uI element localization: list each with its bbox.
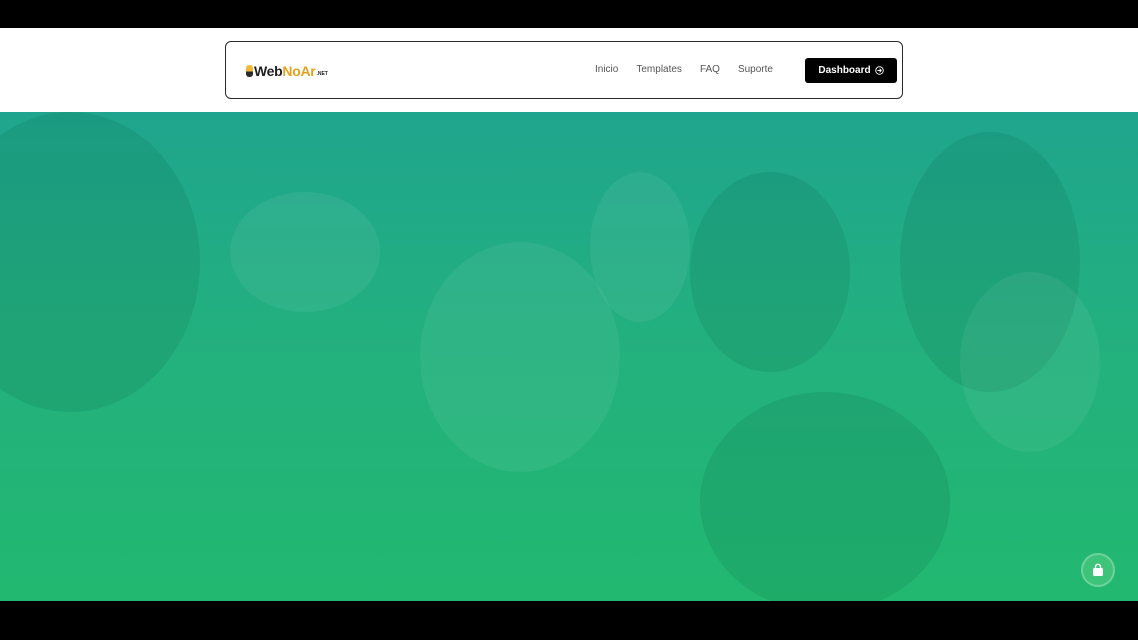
arrow-right-circle-icon bbox=[874, 66, 884, 75]
nav-link-inicio[interactable]: Inicio bbox=[595, 64, 618, 75]
nav-link-templates[interactable]: Templates bbox=[636, 64, 682, 75]
hero-photo-shade bbox=[0, 112, 200, 412]
hero-photo-shade bbox=[700, 392, 950, 601]
hero-photo-shade bbox=[690, 172, 850, 372]
nav-link-faq[interactable]: FAQ bbox=[700, 64, 720, 75]
web-page: Web NoAr .NET Inicio Templates FAQ Supor… bbox=[0, 28, 1138, 601]
header: Web NoAr .NET Inicio Templates FAQ Supor… bbox=[0, 28, 1138, 112]
hero-photo-highlight bbox=[960, 272, 1100, 452]
logo[interactable]: Web NoAr .NET bbox=[246, 62, 328, 80]
hero-photo-highlight bbox=[420, 242, 620, 472]
logo-text-noar: NoAr bbox=[282, 63, 316, 79]
navbar: Web NoAr .NET Inicio Templates FAQ Supor… bbox=[225, 41, 903, 99]
hero-photo-highlight bbox=[230, 192, 380, 312]
dashboard-button-label: Dashboard bbox=[818, 65, 871, 76]
logo-mark-icon bbox=[246, 65, 253, 77]
shopping-bag-icon bbox=[1093, 563, 1103, 576]
logo-text-web: Web bbox=[254, 63, 283, 79]
hero-photo-highlight bbox=[590, 172, 690, 322]
nav-link-suporte[interactable]: Suporte bbox=[738, 64, 773, 75]
nav-links: Inicio Templates FAQ Suporte bbox=[595, 64, 791, 75]
dashboard-button[interactable]: Dashboard bbox=[805, 58, 897, 83]
cart-button[interactable] bbox=[1081, 553, 1115, 587]
screen-frame: Web NoAr .NET Inicio Templates FAQ Supor… bbox=[0, 0, 1138, 640]
logo-text-net: .NET bbox=[316, 71, 328, 77]
hero-banner bbox=[0, 112, 1138, 601]
